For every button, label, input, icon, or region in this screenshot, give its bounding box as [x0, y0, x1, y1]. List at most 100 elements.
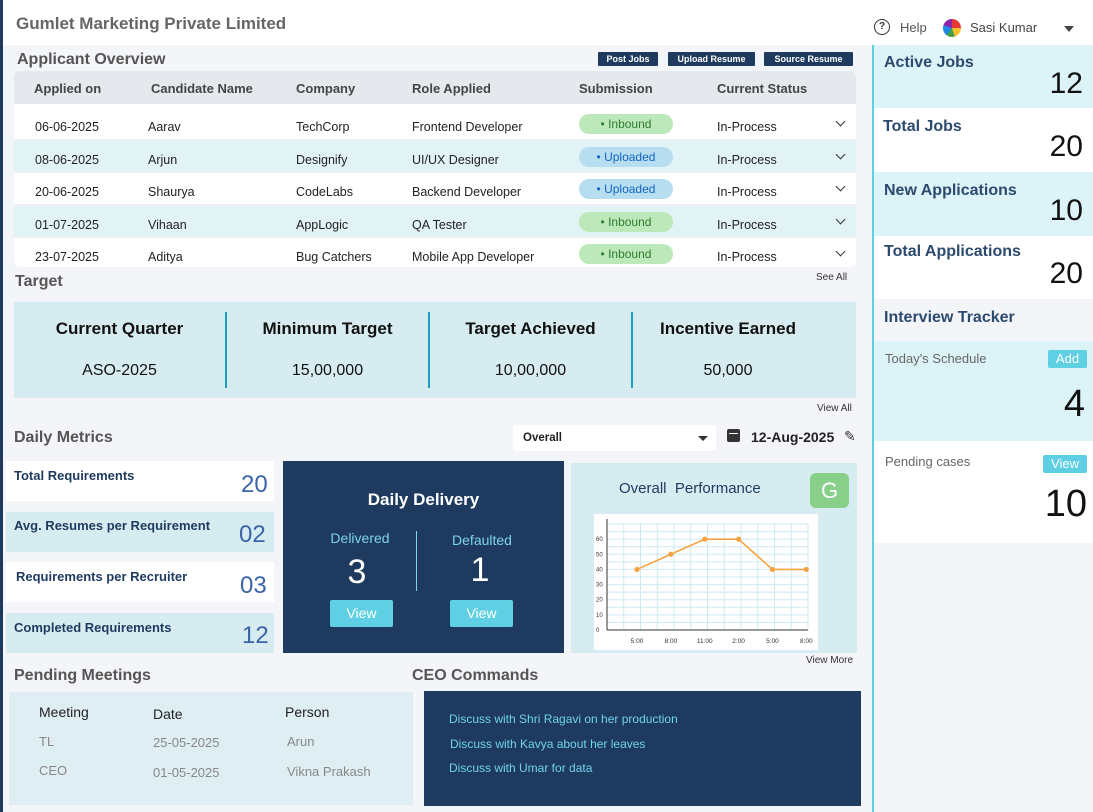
chevron-down-icon[interactable]	[835, 116, 846, 127]
stat-card-total-jobs[interactable]: Total Jobs 20	[874, 108, 1093, 172]
candidate-name: Arjun	[148, 152, 178, 167]
stat-card-active-jobs[interactable]: Active Jobs 12	[874, 45, 1093, 108]
stat-label: Total Applications	[884, 243, 1021, 260]
see-all-link[interactable]: See All	[816, 272, 847, 283]
metric-label: Total Requirements	[14, 468, 135, 483]
column-header: Meeting	[39, 704, 89, 720]
target-column: Minimum Target 15,00,000	[227, 312, 428, 388]
overall-select[interactable]: Overall	[513, 425, 716, 451]
company-name: Bug Catchers	[296, 250, 372, 264]
data-point	[735, 536, 742, 542]
pending-cases-card: Pending cases View 10	[874, 441, 1093, 543]
ceo-command-item[interactable]: Discuss with Umar for data	[449, 761, 592, 775]
chevron-down-icon[interactable]	[835, 181, 846, 192]
table-row[interactable]: 08-06-2025 Arjun Designify UI/UX Designe…	[14, 140, 856, 173]
role-applied: QA Tester	[412, 217, 467, 232]
column-header: Date	[153, 706, 183, 722]
help-link[interactable]: Help	[900, 20, 927, 35]
stat-label: Total Jobs	[883, 118, 962, 135]
source-resume-button[interactable]: Source Resume	[764, 52, 853, 66]
pending-label: Pending cases	[885, 454, 971, 469]
daily-delivery-card: Daily Delivery Delivered 3 Defaulted 1 V…	[283, 461, 564, 653]
view-delivered-button[interactable]: View	[330, 600, 393, 627]
candidate-name: Aditya	[148, 250, 183, 264]
view-pending-button[interactable]: View	[1043, 455, 1087, 473]
column-header: Person	[285, 704, 330, 720]
submission-badge: • Inbound	[579, 114, 673, 134]
y-tick-label: 50	[596, 552, 603, 558]
applied-date: 20-06-2025	[35, 185, 99, 199]
table-row[interactable]: 23-07-2025 Aditya Bug Catchers Mobile Ap…	[14, 238, 856, 267]
performance-chart: 0 10 20 30 40 50 60 5:00 8:00 11:00 2:00 5:00 8:00	[594, 514, 818, 650]
data-point	[702, 536, 708, 542]
target-heading: Incentive Earned	[659, 319, 797, 338]
schedule-label: Today's Schedule	[885, 351, 987, 366]
meeting-person: Vikna Prakash	[287, 764, 371, 779]
metric-label: Completed Requirements	[14, 620, 172, 635]
column-header: Submission	[579, 81, 653, 96]
column-header: Current Status	[717, 81, 808, 96]
y-tick-label: 0	[596, 628, 600, 634]
view-more-link[interactable]: View More	[806, 655, 853, 666]
current-status: In-Process	[717, 217, 777, 232]
data-point	[634, 566, 640, 573]
submission-badge: • Inbound	[579, 211, 673, 232]
submission-badge: • Uploaded	[579, 146, 673, 167]
upload-resume-button[interactable]: Upload Resume	[668, 52, 755, 66]
chevron-down-icon[interactable]	[835, 149, 846, 159]
ceo-commands-title: CEO Commands	[412, 667, 539, 684]
help-icon[interactable]: ?	[874, 19, 890, 35]
target-panel: Current Quarter ASO-2025 Minimum Target …	[14, 302, 856, 398]
meeting-date: 01-05-2025	[153, 765, 220, 780]
metric-card: Completed Requirements 12	[6, 613, 274, 653]
applied-date: 06-06-2025	[35, 120, 99, 134]
add-schedule-button[interactable]: Add	[1048, 350, 1087, 368]
defaulted-label: Defaulted	[452, 532, 512, 548]
metric-label: Avg. Resumes per Requirement	[14, 518, 211, 533]
candidate-name: Vihaan	[148, 217, 187, 232]
current-status: In-Process	[717, 185, 777, 199]
meeting-type: CEO	[39, 763, 68, 778]
view-defaulted-button[interactable]: View	[450, 600, 513, 627]
company-name: CodeLabs	[296, 185, 353, 199]
interview-tracker-title: Interview Tracker	[884, 309, 1015, 326]
ceo-command-item[interactable]: Discuss with Shri Ragavi on her producti…	[449, 712, 678, 726]
view-all-link[interactable]: View All	[817, 403, 852, 414]
applicant-table: Applied on Candidate Name Company Role A…	[14, 71, 856, 267]
stat-card-new-applications[interactable]: New Applications 10	[874, 172, 1093, 236]
target-title: Target	[15, 273, 63, 290]
user-avatar-icon[interactable]	[943, 19, 961, 37]
role-applied: Backend Developer	[412, 185, 522, 199]
data-point	[803, 566, 809, 573]
company-name: Designify	[296, 152, 348, 167]
company-name: TechCorp	[296, 120, 350, 134]
meeting-person: Arun	[287, 734, 315, 749]
column-header: Applied on	[34, 81, 102, 96]
post-jobs-button[interactable]: Post Jobs	[598, 52, 658, 66]
chevron-down-icon[interactable]	[1064, 26, 1074, 32]
target-value: 10,00,000	[494, 362, 567, 379]
user-name[interactable]: Sasi Kumar	[970, 20, 1037, 35]
ceo-command-item[interactable]: Discuss with Kavya about her leaves	[450, 737, 645, 751]
column-header: Role Applied	[412, 81, 491, 96]
applied-date: 01-07-2025	[35, 217, 99, 232]
metric-card: Requirements per Recruiter 03	[6, 562, 274, 602]
table-row[interactable]: 20-06-2025 Shaurya CodeLabs Backend Deve…	[14, 173, 856, 206]
x-tick-label: 5:00	[631, 638, 644, 645]
table-row[interactable]: 01-07-2025 Vihaan AppLogic QA Tester • I…	[14, 205, 856, 238]
target-column: Target Achieved 10,00,000	[430, 312, 631, 388]
applicant-overview-title: Applicant Overview	[17, 51, 166, 68]
company-title: Gumlet Marketing Private Limited	[16, 14, 287, 33]
table-row[interactable]: 06-06-2025 Aarav TechCorp Frontend Devel…	[14, 108, 856, 141]
metric-label: Requirements per Recruiter	[16, 569, 188, 584]
current-status: In-Process	[717, 120, 777, 134]
delivered-label: Delivered	[330, 530, 390, 546]
pencil-icon[interactable]: ✎	[844, 428, 856, 445]
metrics-date[interactable]: 12-Aug-2025	[751, 429, 834, 445]
calendar-icon[interactable]	[727, 429, 740, 442]
y-tick-label: 60	[596, 537, 603, 543]
stat-card-total-applications[interactable]: Total Applications 20	[874, 236, 1093, 299]
chevron-down-icon[interactable]	[835, 246, 846, 257]
chevron-down-icon[interactable]	[835, 214, 846, 224]
data-point	[668, 551, 674, 557]
